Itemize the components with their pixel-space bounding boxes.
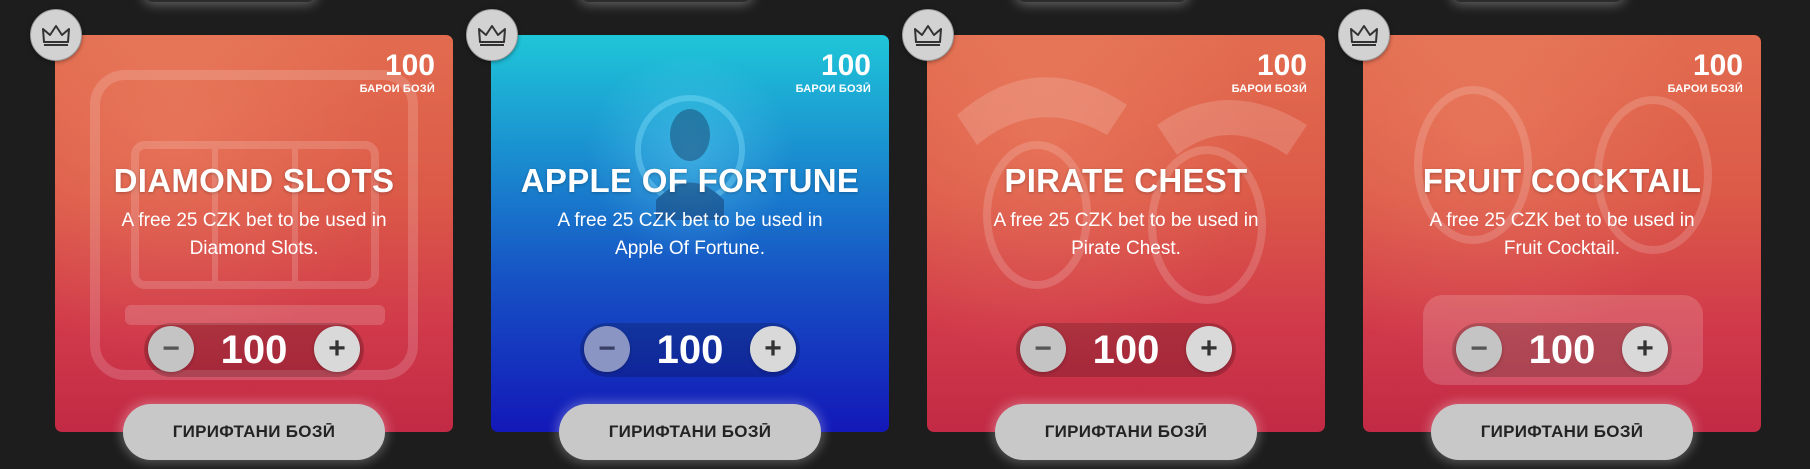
crown-icon [30, 9, 82, 61]
quantity-stepper: 100 − + [1452, 323, 1672, 377]
card-title: FRUIT COCKTAIL [1422, 162, 1702, 199]
top-partial-button [581, 0, 751, 2]
bonus-card-fruit-cocktail[interactable]: 100 БАРОИ БОЗӢ FRUIT COCKTAIL A free 25 … [1363, 35, 1761, 432]
points-value: 100 [1692, 49, 1743, 82]
bonus-card-pirate-chest[interactable]: 100 БАРОИ БОЗӢ PIRATE CHEST A free 25 CZ… [927, 35, 1325, 432]
claim-game-button[interactable]: ГИРИФТАНИ БОЗӢ [559, 404, 821, 460]
increment-button[interactable]: + [1186, 326, 1232, 372]
quantity-stepper: 100 − + [580, 323, 800, 377]
points-label: БАРОИ БОЗӢ [1231, 83, 1307, 95]
crown-icon [902, 9, 954, 61]
card-description: A free 25 CZK bet to be used in Apple Of… [557, 210, 823, 259]
card-description: A free 25 CZK bet to be used in Fruit Co… [1429, 210, 1695, 259]
decrement-button[interactable]: − [1456, 326, 1502, 372]
bonus-card-apple-of-fortune[interactable]: 100 БАРОИ БОЗӢ APPLE OF FORTUNE A free 2… [491, 35, 889, 432]
increment-button[interactable]: + [314, 326, 360, 372]
card-title: PIRATE CHEST [1004, 162, 1248, 199]
points-value: 100 [1256, 49, 1307, 82]
bonus-card-diamond-slots[interactable]: 100 БАРОИ БОЗӢ DIAMOND SLOTS A free 25 C… [55, 35, 453, 432]
decrement-button[interactable]: − [148, 326, 194, 372]
points-badge: 100 БАРОИ БОЗӢ [1231, 49, 1307, 96]
points-label: БАРОИ БОЗӢ [359, 83, 435, 95]
decrement-button[interactable]: − [584, 326, 630, 372]
top-partial-button [145, 0, 315, 2]
quantity-stepper: 100 − + [144, 323, 364, 377]
claim-game-button[interactable]: ГИРИФТАНИ БОЗӢ [1431, 404, 1693, 460]
crown-icon [1338, 9, 1390, 61]
top-partial-button [1017, 0, 1187, 2]
card-title: APPLE OF FORTUNE [520, 162, 860, 199]
card-description: A free 25 CZK bet to be used in Diamond … [121, 210, 387, 259]
points-label: БАРОИ БОЗӢ [795, 83, 871, 95]
points-label: БАРОИ БОЗӢ [1667, 83, 1743, 95]
card-title: DIAMOND SLOTS [113, 162, 395, 199]
bonus-cards-row: 100 БАРОИ БОЗӢ DIAMOND SLOTS A free 25 C… [0, 0, 1810, 469]
claim-game-button[interactable]: ГИРИФТАНИ БОЗӢ [995, 404, 1257, 460]
crown-icon [466, 9, 518, 61]
decrement-button[interactable]: − [1020, 326, 1066, 372]
points-badge: 100 БАРОИ БОЗӢ [1667, 49, 1743, 96]
claim-game-button[interactable]: ГИРИФТАНИ БОЗӢ [123, 404, 385, 460]
points-value: 100 [384, 49, 435, 82]
points-badge: 100 БАРОИ БОЗӢ [795, 49, 871, 96]
increment-button[interactable]: + [750, 326, 796, 372]
top-partial-button [1453, 0, 1623, 2]
card-description: A free 25 CZK bet to be used in Pirate C… [993, 210, 1259, 259]
increment-button[interactable]: + [1622, 326, 1668, 372]
points-badge: 100 БАРОИ БОЗӢ [359, 49, 435, 96]
points-value: 100 [820, 49, 871, 82]
quantity-stepper: 100 − + [1016, 323, 1236, 377]
